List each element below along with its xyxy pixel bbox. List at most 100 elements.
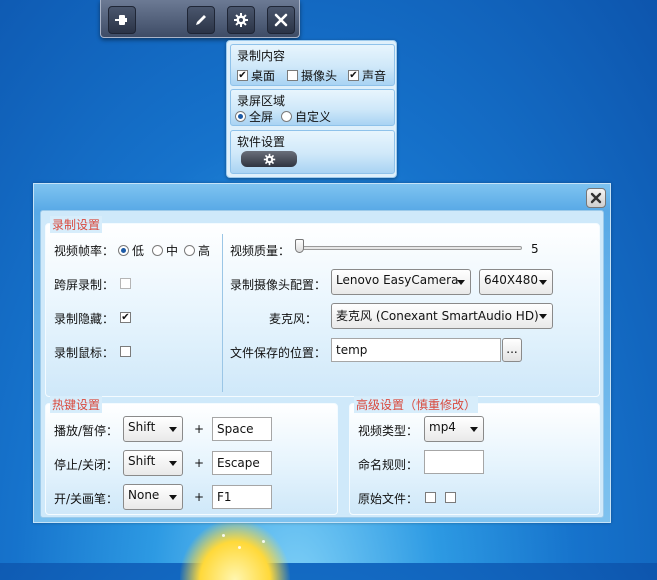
hotkey-label: 停止/关闭： [54,458,119,472]
settings-button[interactable] [227,6,255,34]
mic-select[interactable]: 麦克风 (Conexant SmartAudio HD) [331,303,553,329]
record-area-section: 录屏区域 全屏 自定义 [230,89,395,126]
option-label: 摄像头 [301,69,338,83]
original-file-checkbox[interactable] [425,492,436,503]
mouse-checkbox[interactable] [120,346,131,357]
modifier-value: Shift [128,420,156,434]
hidden-checkbox[interactable]: ✔ [120,312,131,323]
divider [222,234,223,392]
chevron-down-icon [539,314,547,319]
option-label: 自定义 [295,110,332,124]
camera-device-select[interactable]: Lenovo EasyCamera [331,269,471,295]
plus-sign: + [194,422,205,436]
settings-panel: 录制设置 视频帧率： 低 中 高 跨屏录制： 录制隐藏： ✔ 录制鼠标： 视频质… [40,210,604,518]
chevron-down-icon [169,427,177,432]
video-type-value: mp4 [429,420,456,434]
close-icon [274,13,288,27]
camera-checkbox[interactable] [287,70,298,81]
chevron-down-icon [539,280,547,285]
close-window-button[interactable] [586,188,606,208]
wallpaper-sparkle [222,534,225,537]
camera-config-label: 录制摄像头配置： [230,278,327,292]
close-icon [590,192,602,204]
settings-window: 录制设置 视频帧率： 低 中 高 跨屏录制： 录制隐藏： ✔ 录制鼠标： 视频质… [33,183,611,523]
plus-sign: + [194,490,205,504]
chevron-down-icon [470,427,478,432]
pin-button[interactable] [108,6,136,34]
gear-icon [263,153,275,165]
gear-icon [234,13,248,27]
hotkey-input[interactable]: F1 [212,485,272,509]
pin-icon [115,15,127,25]
modifier-select[interactable]: None [123,484,183,510]
pen-button[interactable] [187,6,215,34]
settings-dropdown: 录制内容 ✔ 桌面 摄像头 ✔ 声音 录屏区域 全屏 自定义 软件设置 [226,40,397,178]
resolution-value: 640X480 [484,273,539,287]
modifier-value: Shift [128,454,156,468]
option-sound[interactable]: ✔ 声音 [348,67,386,84]
hotkey-label: 播放/暂停： [54,424,119,438]
option-label: 中 [166,244,179,258]
record-content-title: 录制内容 [237,49,286,63]
save-path-input[interactable]: temp [331,338,501,362]
quality-slider-track[interactable] [298,246,522,250]
option-label: 低 [132,244,145,258]
quality-slider-thumb[interactable] [295,239,304,253]
chevron-down-icon [169,495,177,500]
browse-button[interactable]: ... [502,338,522,362]
quality-label: 视频质量： [230,244,291,258]
software-settings-button[interactable] [241,151,297,167]
fullscreen-radio[interactable] [235,111,246,122]
hidden-label: 录制隐藏： [54,312,115,326]
recording-settings-group: 录制设置 视频帧率： 低 中 高 跨屏录制： 录制隐藏： ✔ 录制鼠标： 视频质… [45,216,600,397]
advanced-settings-title: 高级设置（慎重修改） [354,396,479,413]
custom-radio[interactable] [281,111,292,122]
modifier-select[interactable]: Shift [123,416,183,442]
hotkey-input[interactable]: Escape [212,451,272,475]
advanced-settings-group: 高级设置（慎重修改） 视频类型： mp4 命名规则： 原始文件： [349,396,600,515]
software-settings-section: 软件设置 [230,130,395,174]
frame-rate-high-radio[interactable] [184,245,195,256]
hotkey-label: 开/关画笔： [54,492,119,506]
recording-settings-title: 录制设置 [50,216,103,233]
desktop-checkbox[interactable]: ✔ [237,70,248,81]
software-settings-title: 软件设置 [237,135,286,149]
modifier-select[interactable]: Shift [123,450,183,476]
camera-device-value: Lenovo EasyCamera [336,273,459,287]
option-label: 全屏 [249,110,274,124]
naming-rule-label: 命名规则： [358,458,419,472]
quality-value: 5 [531,242,539,256]
save-path-label: 文件保存的位置： [230,346,327,360]
mouse-label: 录制鼠标： [54,346,115,360]
video-type-select[interactable]: mp4 [424,416,484,442]
cross-screen-label: 跨屏录制： [54,278,115,292]
frame-rate-high[interactable]: 高 [184,242,210,259]
option-fullscreen[interactable]: 全屏 [235,108,273,125]
option-custom[interactable]: 自定义 [281,108,331,125]
chevron-down-icon [457,280,465,285]
option-desktop[interactable]: ✔ 桌面 [237,67,275,84]
close-toolbar-button[interactable] [267,6,295,34]
hotkey-settings-title: 热键设置 [50,396,103,413]
frame-rate-mid-radio[interactable] [152,245,163,256]
option-label: 声音 [362,69,387,83]
frame-rate-low[interactable]: 低 [118,242,144,259]
modifier-value: None [128,488,160,502]
cross-screen-checkbox[interactable] [120,278,131,289]
wallpaper-sparkle [238,546,241,549]
frame-rate-mid[interactable]: 中 [152,242,178,259]
original-file-checkbox-2[interactable] [445,492,456,503]
option-label: 高 [198,244,211,258]
option-camera[interactable]: 摄像头 [287,67,337,84]
wallpaper-sparkle [262,540,265,543]
recorder-toolbar [100,0,300,38]
desktop-wallpaper-flower [180,520,290,580]
resolution-select[interactable]: 640X480 [479,269,553,295]
naming-rule-input[interactable] [424,450,484,474]
frame-rate-low-radio[interactable] [118,245,129,256]
mic-label: 麦克风： [269,312,318,326]
original-file-label: 原始文件： [358,492,419,506]
hotkey-input[interactable]: Space [212,417,272,441]
hotkey-settings-group: 热键设置 播放/暂停： Shift + Space 停止/关闭： Shift +… [45,396,338,515]
sound-checkbox[interactable]: ✔ [348,70,359,81]
